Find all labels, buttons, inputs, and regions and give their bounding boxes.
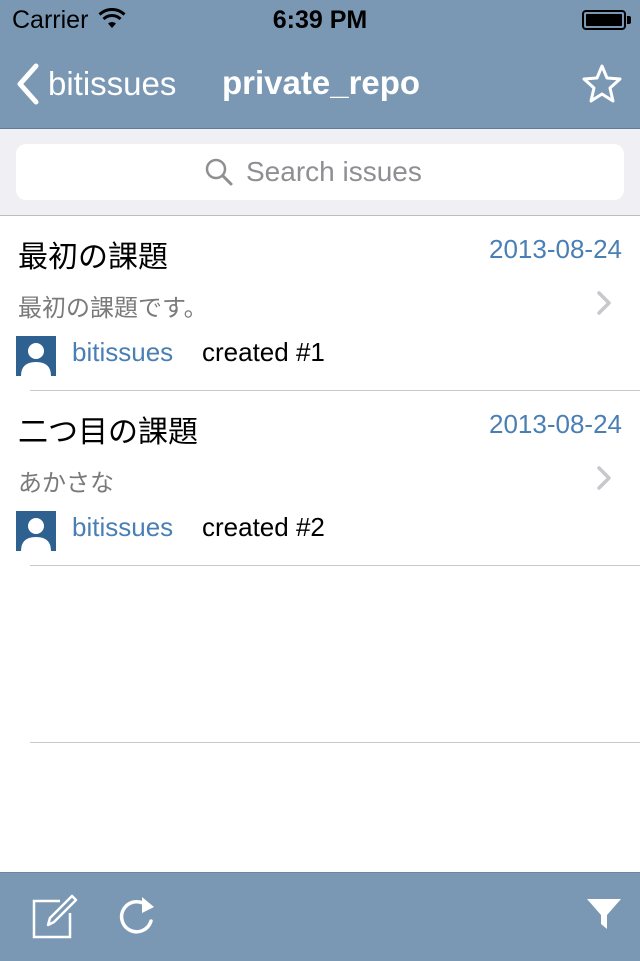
avatar xyxy=(16,336,56,376)
chevron-right-icon xyxy=(596,465,612,495)
filter-icon[interactable] xyxy=(584,893,632,941)
star-icon[interactable] xyxy=(580,62,624,106)
issue-user-link[interactable]: bitissues xyxy=(72,512,173,543)
issue-description: 最初の課題です。 xyxy=(18,294,208,322)
search-field[interactable] xyxy=(16,144,624,200)
compose-icon[interactable] xyxy=(30,893,78,941)
navigation-bar: bitissues private_repo xyxy=(0,40,640,128)
issue-description: あかさな xyxy=(18,469,114,497)
status-time: 6:39 PM xyxy=(272,6,368,34)
issue-title: 二つ目の課題 xyxy=(18,415,198,450)
issue-date: 2013-08-24 xyxy=(489,409,622,439)
chevron-right-icon xyxy=(596,290,612,320)
battery-icon xyxy=(582,10,631,30)
status-bar: Carrier 6:39 PM xyxy=(0,0,640,40)
issue-user-link[interactable]: bitissues xyxy=(72,337,173,368)
back-button[interactable]: bitissues xyxy=(14,62,176,106)
issue-action: created #1 xyxy=(202,337,325,367)
chevron-left-icon xyxy=(14,62,40,106)
issue-date: 2013-08-24 xyxy=(489,234,622,264)
search-input[interactable] xyxy=(246,156,436,188)
refresh-icon[interactable] xyxy=(112,893,160,941)
issue-title: 最初の課題 xyxy=(18,240,168,275)
issue-action: created #2 xyxy=(202,512,325,542)
search-bar xyxy=(0,129,640,216)
back-label: bitissues xyxy=(48,65,177,102)
avatar xyxy=(16,511,56,551)
issue-list: 最初の課題 2013-08-24 最初の課題です。 bitissues crea… xyxy=(0,216,640,566)
bottom-toolbar xyxy=(0,872,640,961)
search-icon xyxy=(204,157,234,187)
top-bar: Carrier 6:39 PM bitissues private_repo xyxy=(0,0,640,129)
row-divider xyxy=(30,565,640,566)
row-divider xyxy=(30,742,640,743)
issue-row[interactable]: 二つ目の課題 2013-08-24 あかさな bitissues created… xyxy=(0,391,640,566)
page-title: private_repo xyxy=(222,64,421,101)
issue-row[interactable]: 最初の課題 2013-08-24 最初の課題です。 bitissues crea… xyxy=(0,216,640,391)
